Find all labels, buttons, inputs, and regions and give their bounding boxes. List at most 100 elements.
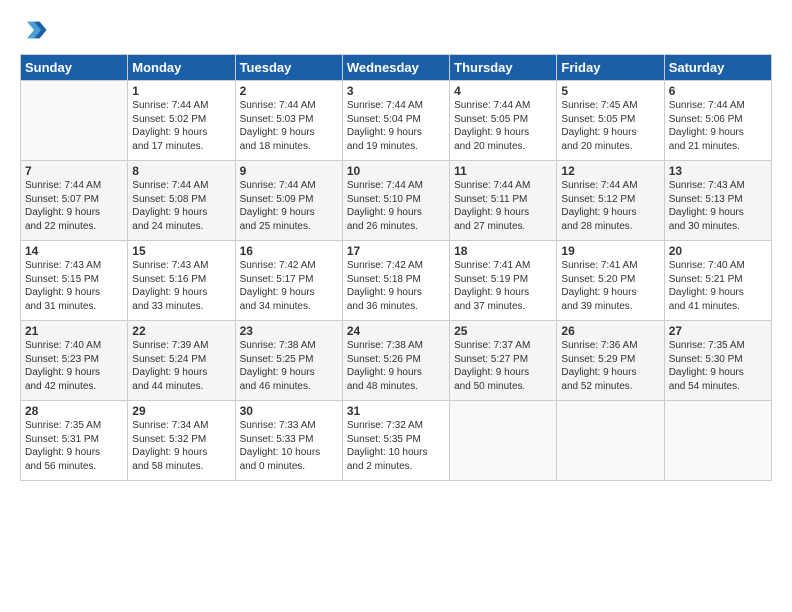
cell-content: Sunrise: 7:44 AM Sunset: 5:12 PM Dayligh… — [561, 179, 659, 233]
calendar-cell: 24Sunrise: 7:38 AM Sunset: 5:26 PM Dayli… — [342, 321, 449, 401]
calendar-cell: 25Sunrise: 7:37 AM Sunset: 5:27 PM Dayli… — [450, 321, 557, 401]
day-number: 17 — [347, 244, 445, 258]
calendar-cell: 19Sunrise: 7:41 AM Sunset: 5:20 PM Dayli… — [557, 241, 664, 321]
day-number: 18 — [454, 244, 552, 258]
cell-content: Sunrise: 7:38 AM Sunset: 5:25 PM Dayligh… — [240, 339, 338, 393]
calendar-cell: 2Sunrise: 7:44 AM Sunset: 5:03 PM Daylig… — [235, 81, 342, 161]
day-number: 31 — [347, 404, 445, 418]
week-row-4: 28Sunrise: 7:35 AM Sunset: 5:31 PM Dayli… — [21, 401, 772, 481]
day-header-monday: Monday — [128, 55, 235, 81]
header — [20, 16, 772, 44]
cell-content: Sunrise: 7:32 AM Sunset: 5:35 PM Dayligh… — [347, 419, 445, 473]
calendar-cell: 17Sunrise: 7:42 AM Sunset: 5:18 PM Dayli… — [342, 241, 449, 321]
calendar-cell: 8Sunrise: 7:44 AM Sunset: 5:08 PM Daylig… — [128, 161, 235, 241]
week-row-1: 7Sunrise: 7:44 AM Sunset: 5:07 PM Daylig… — [21, 161, 772, 241]
calendar-cell: 27Sunrise: 7:35 AM Sunset: 5:30 PM Dayli… — [664, 321, 771, 401]
week-row-3: 21Sunrise: 7:40 AM Sunset: 5:23 PM Dayli… — [21, 321, 772, 401]
calendar-cell: 21Sunrise: 7:40 AM Sunset: 5:23 PM Dayli… — [21, 321, 128, 401]
cell-content: Sunrise: 7:45 AM Sunset: 5:05 PM Dayligh… — [561, 99, 659, 153]
calendar-cell: 11Sunrise: 7:44 AM Sunset: 5:11 PM Dayli… — [450, 161, 557, 241]
day-number: 27 — [669, 324, 767, 338]
day-number: 23 — [240, 324, 338, 338]
calendar-cell: 10Sunrise: 7:44 AM Sunset: 5:10 PM Dayli… — [342, 161, 449, 241]
day-number: 16 — [240, 244, 338, 258]
calendar-cell: 3Sunrise: 7:44 AM Sunset: 5:04 PM Daylig… — [342, 81, 449, 161]
day-number: 29 — [132, 404, 230, 418]
day-number: 24 — [347, 324, 445, 338]
cell-content: Sunrise: 7:38 AM Sunset: 5:26 PM Dayligh… — [347, 339, 445, 393]
page: SundayMondayTuesdayWednesdayThursdayFrid… — [0, 0, 792, 491]
cell-content: Sunrise: 7:36 AM Sunset: 5:29 PM Dayligh… — [561, 339, 659, 393]
calendar-cell: 28Sunrise: 7:35 AM Sunset: 5:31 PM Dayli… — [21, 401, 128, 481]
calendar-cell: 20Sunrise: 7:40 AM Sunset: 5:21 PM Dayli… — [664, 241, 771, 321]
cell-content: Sunrise: 7:33 AM Sunset: 5:33 PM Dayligh… — [240, 419, 338, 473]
calendar-cell: 6Sunrise: 7:44 AM Sunset: 5:06 PM Daylig… — [664, 81, 771, 161]
calendar-cell: 22Sunrise: 7:39 AM Sunset: 5:24 PM Dayli… — [128, 321, 235, 401]
header-row: SundayMondayTuesdayWednesdayThursdayFrid… — [21, 55, 772, 81]
calendar-cell: 23Sunrise: 7:38 AM Sunset: 5:25 PM Dayli… — [235, 321, 342, 401]
calendar-cell: 4Sunrise: 7:44 AM Sunset: 5:05 PM Daylig… — [450, 81, 557, 161]
day-number: 15 — [132, 244, 230, 258]
calendar-cell: 9Sunrise: 7:44 AM Sunset: 5:09 PM Daylig… — [235, 161, 342, 241]
day-number: 26 — [561, 324, 659, 338]
cell-content: Sunrise: 7:44 AM Sunset: 5:11 PM Dayligh… — [454, 179, 552, 233]
cell-content: Sunrise: 7:37 AM Sunset: 5:27 PM Dayligh… — [454, 339, 552, 393]
cell-content: Sunrise: 7:42 AM Sunset: 5:18 PM Dayligh… — [347, 259, 445, 313]
day-number: 13 — [669, 164, 767, 178]
cell-content: Sunrise: 7:43 AM Sunset: 5:15 PM Dayligh… — [25, 259, 123, 313]
day-header-friday: Friday — [557, 55, 664, 81]
day-number: 22 — [132, 324, 230, 338]
cell-content: Sunrise: 7:35 AM Sunset: 5:30 PM Dayligh… — [669, 339, 767, 393]
calendar-cell — [664, 401, 771, 481]
day-header-sunday: Sunday — [21, 55, 128, 81]
cell-content: Sunrise: 7:44 AM Sunset: 5:04 PM Dayligh… — [347, 99, 445, 153]
cell-content: Sunrise: 7:39 AM Sunset: 5:24 PM Dayligh… — [132, 339, 230, 393]
cell-content: Sunrise: 7:44 AM Sunset: 5:02 PM Dayligh… — [132, 99, 230, 153]
logo-icon — [20, 16, 48, 44]
cell-content: Sunrise: 7:44 AM Sunset: 5:09 PM Dayligh… — [240, 179, 338, 233]
week-row-0: 1Sunrise: 7:44 AM Sunset: 5:02 PM Daylig… — [21, 81, 772, 161]
cell-content: Sunrise: 7:34 AM Sunset: 5:32 PM Dayligh… — [132, 419, 230, 473]
day-number: 12 — [561, 164, 659, 178]
day-number: 10 — [347, 164, 445, 178]
calendar-cell — [21, 81, 128, 161]
calendar-table: SundayMondayTuesdayWednesdayThursdayFrid… — [20, 54, 772, 481]
cell-content: Sunrise: 7:42 AM Sunset: 5:17 PM Dayligh… — [240, 259, 338, 313]
day-number: 7 — [25, 164, 123, 178]
day-number: 28 — [25, 404, 123, 418]
day-header-thursday: Thursday — [450, 55, 557, 81]
cell-content: Sunrise: 7:44 AM Sunset: 5:05 PM Dayligh… — [454, 99, 552, 153]
week-row-2: 14Sunrise: 7:43 AM Sunset: 5:15 PM Dayli… — [21, 241, 772, 321]
day-number: 19 — [561, 244, 659, 258]
day-header-saturday: Saturday — [664, 55, 771, 81]
calendar-cell: 26Sunrise: 7:36 AM Sunset: 5:29 PM Dayli… — [557, 321, 664, 401]
day-header-tuesday: Tuesday — [235, 55, 342, 81]
day-number: 4 — [454, 84, 552, 98]
cell-content: Sunrise: 7:43 AM Sunset: 5:16 PM Dayligh… — [132, 259, 230, 313]
day-number: 5 — [561, 84, 659, 98]
calendar-cell: 18Sunrise: 7:41 AM Sunset: 5:19 PM Dayli… — [450, 241, 557, 321]
cell-content: Sunrise: 7:44 AM Sunset: 5:07 PM Dayligh… — [25, 179, 123, 233]
day-number: 11 — [454, 164, 552, 178]
day-number: 21 — [25, 324, 123, 338]
calendar-cell: 30Sunrise: 7:33 AM Sunset: 5:33 PM Dayli… — [235, 401, 342, 481]
calendar-cell: 1Sunrise: 7:44 AM Sunset: 5:02 PM Daylig… — [128, 81, 235, 161]
cell-content: Sunrise: 7:44 AM Sunset: 5:10 PM Dayligh… — [347, 179, 445, 233]
day-number: 9 — [240, 164, 338, 178]
cell-content: Sunrise: 7:44 AM Sunset: 5:03 PM Dayligh… — [240, 99, 338, 153]
calendar-cell: 7Sunrise: 7:44 AM Sunset: 5:07 PM Daylig… — [21, 161, 128, 241]
calendar-cell: 31Sunrise: 7:32 AM Sunset: 5:35 PM Dayli… — [342, 401, 449, 481]
calendar-cell: 13Sunrise: 7:43 AM Sunset: 5:13 PM Dayli… — [664, 161, 771, 241]
logo — [20, 16, 50, 44]
day-number: 6 — [669, 84, 767, 98]
calendar-cell: 15Sunrise: 7:43 AM Sunset: 5:16 PM Dayli… — [128, 241, 235, 321]
day-number: 1 — [132, 84, 230, 98]
day-number: 8 — [132, 164, 230, 178]
cell-content: Sunrise: 7:44 AM Sunset: 5:08 PM Dayligh… — [132, 179, 230, 233]
cell-content: Sunrise: 7:35 AM Sunset: 5:31 PM Dayligh… — [25, 419, 123, 473]
day-header-wednesday: Wednesday — [342, 55, 449, 81]
day-number: 20 — [669, 244, 767, 258]
cell-content: Sunrise: 7:41 AM Sunset: 5:20 PM Dayligh… — [561, 259, 659, 313]
calendar-cell: 29Sunrise: 7:34 AM Sunset: 5:32 PM Dayli… — [128, 401, 235, 481]
calendar-cell: 12Sunrise: 7:44 AM Sunset: 5:12 PM Dayli… — [557, 161, 664, 241]
